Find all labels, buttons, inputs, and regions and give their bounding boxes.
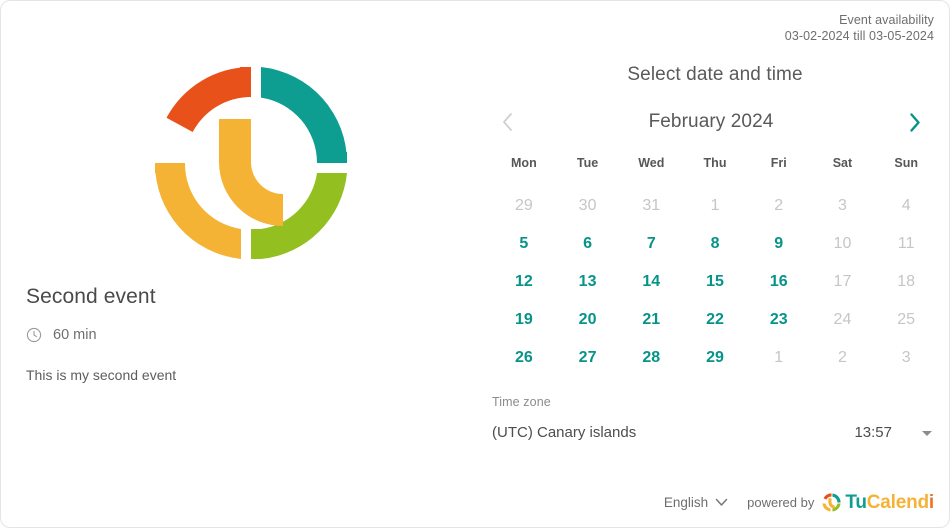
calendar-day-disabled: 29 — [492, 187, 556, 225]
month-navigation: February 2024 — [492, 105, 930, 139]
event-summary: Second event 60 min This is my second ev… — [26, 283, 456, 385]
calendar-day-disabled: 2 — [747, 187, 811, 225]
calendar-week-row: 5 6 7 8 9 10 11 — [492, 225, 938, 263]
brand-text-tu: Tu — [845, 491, 867, 513]
tucalendi-clock-logo — [147, 59, 355, 267]
weekday-thu: Thu — [703, 156, 727, 170]
calendar-day-disabled: 18 — [874, 263, 938, 301]
widget-footer: English powered by TuCalendi — [664, 490, 934, 514]
weekday-mon: Mon — [511, 156, 537, 170]
timezone-value[interactable]: (UTC) Canary islands — [492, 424, 854, 441]
calendar-day-disabled: 10 — [811, 225, 875, 263]
event-title: Second event — [26, 285, 156, 308]
event-details-panel: Second event 60 min This is my second ev… — [1, 1, 479, 527]
calendar-day-disabled: 11 — [874, 225, 938, 263]
previous-month-button[interactable] — [492, 107, 522, 137]
event-duration-row: 60 min — [26, 325, 456, 345]
calendar-day-disabled: 3 — [811, 187, 875, 225]
brand-text-calend: Calend — [866, 491, 929, 513]
weekday-wed: Wed — [638, 156, 665, 170]
calendar-day-available[interactable]: 15 — [683, 263, 747, 301]
calendar-day-available[interactable]: 19 — [492, 301, 556, 339]
calendar-day-disabled: 1 — [747, 339, 811, 377]
clock-logo-svg — [154, 67, 348, 259]
clock-icon — [26, 327, 42, 343]
chevron-right-icon — [910, 112, 920, 132]
calendar-day-available[interactable]: 21 — [619, 301, 683, 339]
calendar-day-available[interactable]: 8 — [683, 225, 747, 263]
booking-widget-card: Event availability 03-02-2024 till 03-05… — [0, 0, 950, 528]
calendar-day-disabled: 24 — [811, 301, 875, 339]
calendar-week-row: 29 30 31 1 2 3 4 — [492, 187, 938, 225]
calendar-day-available[interactable]: 13 — [556, 263, 620, 301]
calendar-days-grid: 29 30 31 1 2 3 4 5 6 7 8 9 10 11 12 13 14 15 16 17 18 19 20 21 2… — [492, 187, 938, 377]
calendar-day-available[interactable]: 27 — [556, 339, 620, 377]
language-label: English — [663, 494, 709, 510]
event-description: This is my second event — [26, 367, 177, 383]
date-time-picker-panel: Select date and time February 2024 Mon T… — [479, 1, 949, 527]
event-duration-label: 60 min — [53, 327, 97, 343]
calendar-day-available[interactable]: 23 — [747, 301, 811, 339]
calendar-week-row: 19 20 21 22 23 24 25 — [492, 301, 938, 339]
timezone-label: Time zone — [492, 395, 551, 409]
powered-by-label: powered by — [747, 494, 815, 510]
calendar-day-disabled: 4 — [874, 187, 938, 225]
calendar-day-disabled: 2 — [811, 339, 875, 377]
brand-wordmark: TuCalendi — [845, 493, 934, 512]
chevron-left-icon — [502, 113, 512, 131]
weekday-tue: Tue — [576, 156, 599, 170]
calendar-day-available[interactable]: 14 — [619, 263, 683, 301]
calendar-day-disabled: 1 — [683, 187, 747, 225]
calendar-day-disabled: 3 — [874, 339, 938, 377]
current-month-label: February 2024 — [648, 111, 774, 132]
brand-text-i: i — [928, 491, 934, 513]
weekday-sun: Sun — [894, 156, 918, 170]
calendar-day-available[interactable]: 20 — [556, 301, 620, 339]
weekday-header-row: Mon Tue Wed Thu Fri Sat Sun — [492, 156, 938, 170]
picker-title: Select date and time — [627, 64, 803, 85]
calendar-day-available[interactable]: 5 — [492, 225, 556, 263]
next-month-button[interactable] — [900, 107, 930, 137]
calendar-day-disabled: 25 — [874, 301, 938, 339]
calendar-day-available[interactable]: 16 — [747, 263, 811, 301]
caret-down-icon[interactable] — [920, 426, 934, 440]
calendar-day-available[interactable]: 6 — [556, 225, 620, 263]
calendar-day-available[interactable]: 9 — [747, 225, 811, 263]
calendar-day-available[interactable]: 26 — [492, 339, 556, 377]
calendar-day-available[interactable]: 7 — [619, 225, 683, 263]
tucalendi-brand-link[interactable]: TuCalendi — [821, 492, 934, 513]
calendar-day-available[interactable]: 22 — [683, 301, 747, 339]
calendar-day-disabled: 30 — [556, 187, 620, 225]
chevron-down-icon — [715, 498, 728, 506]
calendar-week-row: 26 27 28 29 1 2 3 — [492, 339, 938, 377]
calendar-day-disabled: 17 — [811, 263, 875, 301]
timezone-current-time: 13:57 — [854, 424, 892, 441]
timezone-block: Time zone (UTC) Canary islands 13:57 — [492, 395, 938, 441]
language-selector[interactable]: English — [664, 495, 728, 510]
calendar-day-available[interactable]: 29 — [683, 339, 747, 377]
calendar-week-row: 12 13 14 15 16 17 18 — [492, 263, 938, 301]
timezone-selector-row[interactable]: (UTC) Canary islands 13:57 — [492, 424, 938, 441]
calendar-day-disabled: 31 — [619, 187, 683, 225]
tucalendi-mark-icon — [822, 492, 841, 512]
weekday-sat: Sat — [832, 156, 853, 170]
calendar-day-available[interactable]: 28 — [619, 339, 683, 377]
weekday-fri: Fri — [770, 156, 787, 170]
calendar-day-available[interactable]: 12 — [492, 263, 556, 301]
